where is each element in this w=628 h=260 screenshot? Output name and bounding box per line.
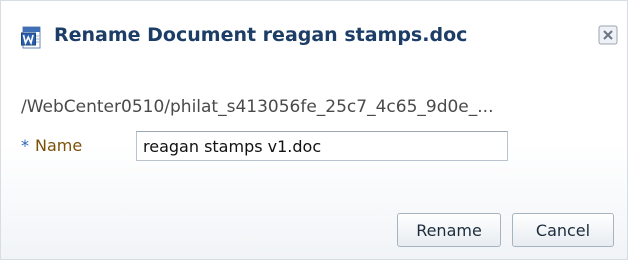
close-icon[interactable] [598,25,618,45]
rename-dialog: Rename Document reagan stamps.doc /WebCe… [0,0,628,260]
dialog-header: Rename Document reagan stamps.doc [1,1,627,71]
name-label: Name [35,136,83,155]
required-indicator: * [21,136,29,155]
rename-button[interactable]: Rename [397,213,501,247]
word-document-icon [21,26,41,49]
name-input[interactable] [136,131,508,161]
document-path: /WebCenter0510/philat_s413056fe_25c7_4c6… [21,97,494,117]
dialog-title: Rename Document reagan stamps.doc [54,24,468,46]
cancel-button[interactable]: Cancel [512,213,614,247]
